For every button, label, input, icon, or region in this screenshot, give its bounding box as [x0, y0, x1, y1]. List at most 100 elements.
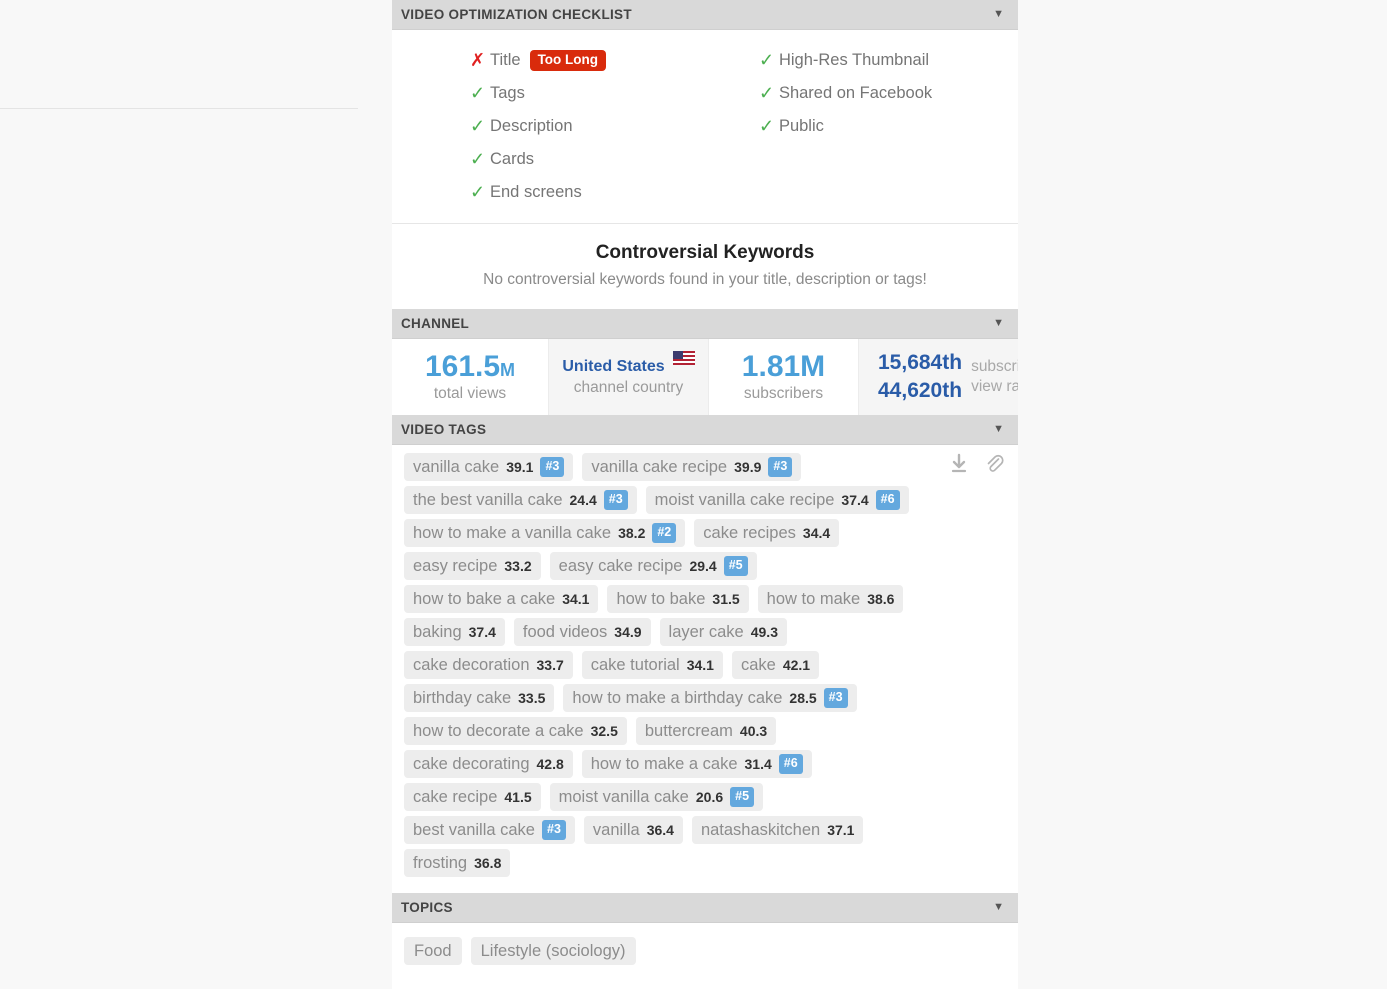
tag-chip[interactable]: vanilla cake recipe 39.9 #3: [582, 453, 802, 481]
check-icon: ✓: [758, 116, 775, 136]
tag-label: easy recipe: [413, 556, 498, 575]
tag-chip[interactable]: buttercream 40.3: [635, 717, 777, 745]
subscriber-rank-value: 15,684th: [878, 351, 963, 375]
tag-chip[interactable]: how to decorate a cake 32.5: [404, 717, 627, 745]
tag-chip[interactable]: vanilla cake 39.1 #3: [404, 453, 574, 481]
tag-label: baking: [413, 622, 462, 641]
tag-chip[interactable]: cake tutorial 34.1: [581, 651, 723, 679]
check-icon: ✓: [470, 149, 486, 169]
tag-label: moist vanilla cake recipe: [654, 490, 835, 509]
tag-chip[interactable]: best vanilla cake #3: [404, 816, 575, 844]
tag-score: 39.1: [506, 459, 534, 475]
tag-rank-badge: #3: [768, 457, 793, 477]
topic-chip[interactable]: Lifestyle (sociology): [470, 937, 636, 965]
total-views-label: total views: [433, 385, 507, 403]
country-name-row: United States: [562, 350, 695, 376]
check-icon: ✓: [758, 50, 775, 70]
tag-row: how to make a vanilla cake 38.2 #2 cake rec…: [404, 519, 1006, 547]
download-icon[interactable]: [949, 453, 969, 477]
tag-row: vanilla cake 39.1 #3 vanilla cake recipe 39.…: [404, 453, 1006, 481]
section-header-channel[interactable]: CHANNEL ▼: [392, 309, 1018, 339]
chevron-down-icon[interactable]: ▼: [993, 424, 1004, 435]
left-background-area: [0, 0, 392, 989]
tag-label: how to make: [766, 589, 861, 608]
tag-chip[interactable]: easy recipe 33.2: [404, 552, 541, 580]
controversial-keywords-message: No controversial keywords found in your …: [483, 271, 927, 288]
chevron-down-icon[interactable]: ▼: [993, 902, 1004, 913]
tag-chip[interactable]: baking 37.4: [404, 618, 505, 646]
checklist-column-right: ✓ High-Res Thumbnail ✓ Shared on Faceboo…: [759, 44, 1018, 209]
tag-score: 37.4: [468, 624, 496, 640]
tag-label: cake recipes: [703, 523, 796, 542]
section-header-checklist[interactable]: VIDEO OPTIMIZATION CHECKLIST ▼: [392, 0, 1018, 30]
tag-chip[interactable]: moist vanilla cake 20.6 #5: [549, 783, 764, 811]
tag-chip[interactable]: cake 42.1: [731, 651, 820, 679]
tag-chip[interactable]: how to make 38.6: [757, 585, 904, 613]
tag-label: cake recipe: [413, 787, 498, 806]
channel-country-label: channel country: [573, 378, 684, 396]
checklist-item-label: Cards: [490, 150, 535, 168]
tag-label: cake decoration: [413, 655, 530, 674]
tag-label: how to make a cake: [590, 754, 738, 773]
tag-row: cake decoration 33.7 cake tutorial 34.1 cake…: [404, 651, 1006, 679]
tag-rank-badge: #2: [652, 523, 677, 543]
section-title-topics: TOPICS: [401, 900, 453, 915]
tag-label: natashaskitchen: [700, 820, 821, 839]
checklist-body: ✗ Title Too Long ✓ Tags ✓ Description ✓ …: [392, 30, 1018, 223]
tag-chip[interactable]: birthday cake 33.5: [404, 684, 555, 712]
stat-subscribers: 1.81M subscribers: [709, 339, 859, 415]
right-background-area: [1018, 0, 1387, 989]
paperclip-icon[interactable]: [984, 453, 1004, 477]
country-name-text: United States: [562, 357, 665, 375]
tag-chip[interactable]: cake decoration 33.7: [404, 651, 573, 679]
tag-score: 33.5: [518, 690, 546, 706]
tag-chip[interactable]: how to make a vanilla cake 38.2 #2: [404, 519, 686, 547]
rank-labels: subscriber rank view rank: [971, 357, 1018, 396]
tag-chip[interactable]: the best vanilla cake 24.4 #3: [404, 486, 637, 514]
tag-label: cake: [740, 655, 776, 674]
tag-rank-badge: #3: [823, 688, 848, 708]
tag-label: cake decorating: [413, 754, 530, 773]
tag-label: birthday cake: [413, 688, 512, 707]
subscribers-value: 1.81M: [741, 349, 826, 383]
tag-row: the best vanilla cake 24.4 #3 moist vanilla…: [404, 486, 1006, 514]
rank-values: 15,684th 44,620th: [878, 349, 962, 405]
section-header-video-tags[interactable]: VIDEO TAGS ▼: [392, 415, 1018, 445]
tag-chip[interactable]: cake decorating 42.8: [404, 750, 573, 778]
tag-label: vanilla cake recipe: [591, 457, 728, 476]
tag-label: food videos: [522, 622, 608, 641]
section-header-topics[interactable]: TOPICS ▼: [392, 893, 1018, 923]
tag-chip[interactable]: easy cake recipe 29.4 #5: [549, 552, 757, 580]
tag-chip[interactable]: frosting 36.8: [404, 849, 511, 877]
chevron-down-icon[interactable]: ▼: [993, 9, 1004, 20]
checklist-item-label: High-Res Thumbnail: [778, 51, 930, 69]
tag-chip[interactable]: how to bake a cake 34.1: [404, 585, 599, 613]
tag-chip[interactable]: cake recipe 41.5: [404, 783, 541, 811]
topic-chip[interactable]: Food: [404, 937, 462, 965]
tag-score: 24.4: [569, 492, 597, 508]
checklist-item-high-res-thumbnail: ✓ High-Res Thumbnail: [759, 44, 1018, 77]
tag-score: 31.4: [744, 756, 772, 772]
subscribers-label: subscribers: [743, 385, 824, 403]
tag-chip[interactable]: food videos 34.9: [513, 618, 651, 646]
tag-score: 31.5: [712, 591, 740, 607]
tag-score: 36.8: [474, 855, 502, 871]
checklist-item-end-screens: ✓ End screens: [470, 176, 759, 209]
tag-label: the best vanilla cake: [413, 490, 563, 509]
tag-chip[interactable]: how to make a birthday cake 28.5 #3: [563, 684, 857, 712]
tag-row: baking 37.4 food videos 34.9 layer cake 49.3: [404, 618, 1006, 646]
checklist-item-label: Title: [490, 51, 521, 69]
tag-chip[interactable]: how to bake 31.5: [607, 585, 749, 613]
tag-chip[interactable]: vanilla 36.4: [583, 816, 683, 844]
tag-label: best vanilla cake: [413, 820, 535, 839]
tag-chip[interactable]: cake recipes 34.4: [694, 519, 840, 547]
tag-label: how to decorate a cake: [413, 721, 584, 740]
tag-chip[interactable]: moist vanilla cake recipe 37.4 #6: [645, 486, 909, 514]
tag-chip[interactable]: natashaskitchen 37.1: [691, 816, 864, 844]
chevron-down-icon[interactable]: ▼: [993, 318, 1004, 329]
tag-chip[interactable]: layer cake 49.3: [659, 618, 787, 646]
tag-row: cake recipe 41.5 moist vanilla cake 20.6 #5: [404, 783, 1006, 811]
tag-score: 34.9: [614, 624, 642, 640]
tag-score: 20.6: [695, 789, 724, 805]
tag-chip[interactable]: how to make a cake 31.4 #6: [581, 750, 812, 778]
